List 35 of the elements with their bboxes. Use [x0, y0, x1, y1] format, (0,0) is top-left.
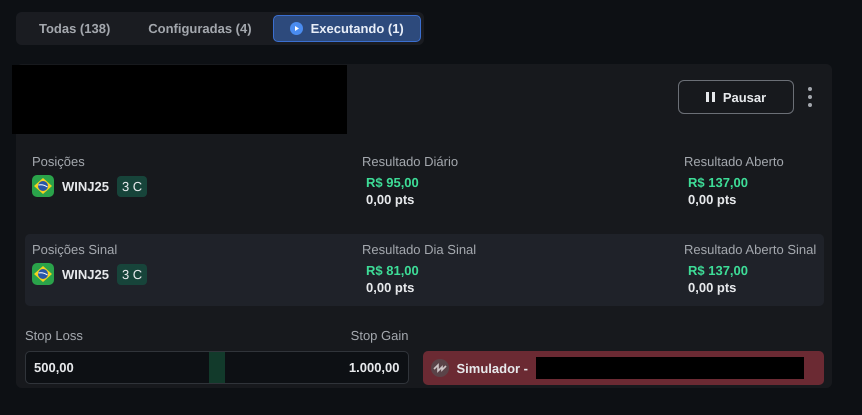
result-label: Resultado Aberto — [684, 154, 785, 169]
result-amount: R$ 95,00 — [366, 175, 420, 190]
filter-tab[interactable]: Configuradas (4) — [131, 15, 269, 42]
filter-tab[interactable]: Executando (1) — [272, 15, 421, 42]
result-points: 0,00 pts — [688, 192, 738, 207]
stop-range-field[interactable]: 500,00 1.000,00 — [25, 351, 408, 384]
result-label: Resultado Aberto Sinal — [684, 242, 817, 257]
result-amount: R$ 137,00 — [688, 175, 749, 190]
more-options-icon[interactable] — [808, 87, 812, 107]
symbol-text: WINJ25 — [62, 266, 109, 282]
contracts-badge: 3 C — [116, 176, 148, 196]
filter-tab[interactable]: Todas (138) — [22, 15, 128, 42]
account-text: Simulador - — [456, 360, 528, 376]
result-amount: R$ 81,00 — [366, 263, 420, 278]
result-points: 0,00 pts — [366, 192, 416, 207]
result-points: 0,00 pts — [688, 280, 738, 295]
result-points: 0,00 pts — [366, 280, 416, 295]
stop-gain-value: 1.000,00 — [348, 360, 400, 375]
stop-gain-label: Stop Gain — [350, 328, 408, 345]
pulse-icon — [430, 359, 448, 377]
pause-icon — [706, 92, 715, 102]
brazil-flag-icon — [32, 175, 54, 197]
stop-loss-value: 500,00 — [33, 360, 75, 375]
pause-button[interactable]: Pausar — [678, 80, 794, 114]
section-label: Posições — [32, 154, 86, 169]
brazil-flag-icon — [32, 263, 54, 285]
symbol-text: WINJ25 — [62, 178, 109, 194]
contracts-badge: 3 C — [116, 264, 148, 284]
section-label: Posições Sinal — [32, 242, 118, 257]
play-icon — [290, 22, 303, 35]
result-label: Resultado Dia Sinal — [362, 242, 478, 257]
range-marker — [208, 352, 225, 383]
result-label: Resultado Diário — [362, 154, 460, 169]
stop-loss-label: Stop Loss — [25, 328, 83, 345]
result-amount: R$ 137,00 — [688, 263, 749, 278]
